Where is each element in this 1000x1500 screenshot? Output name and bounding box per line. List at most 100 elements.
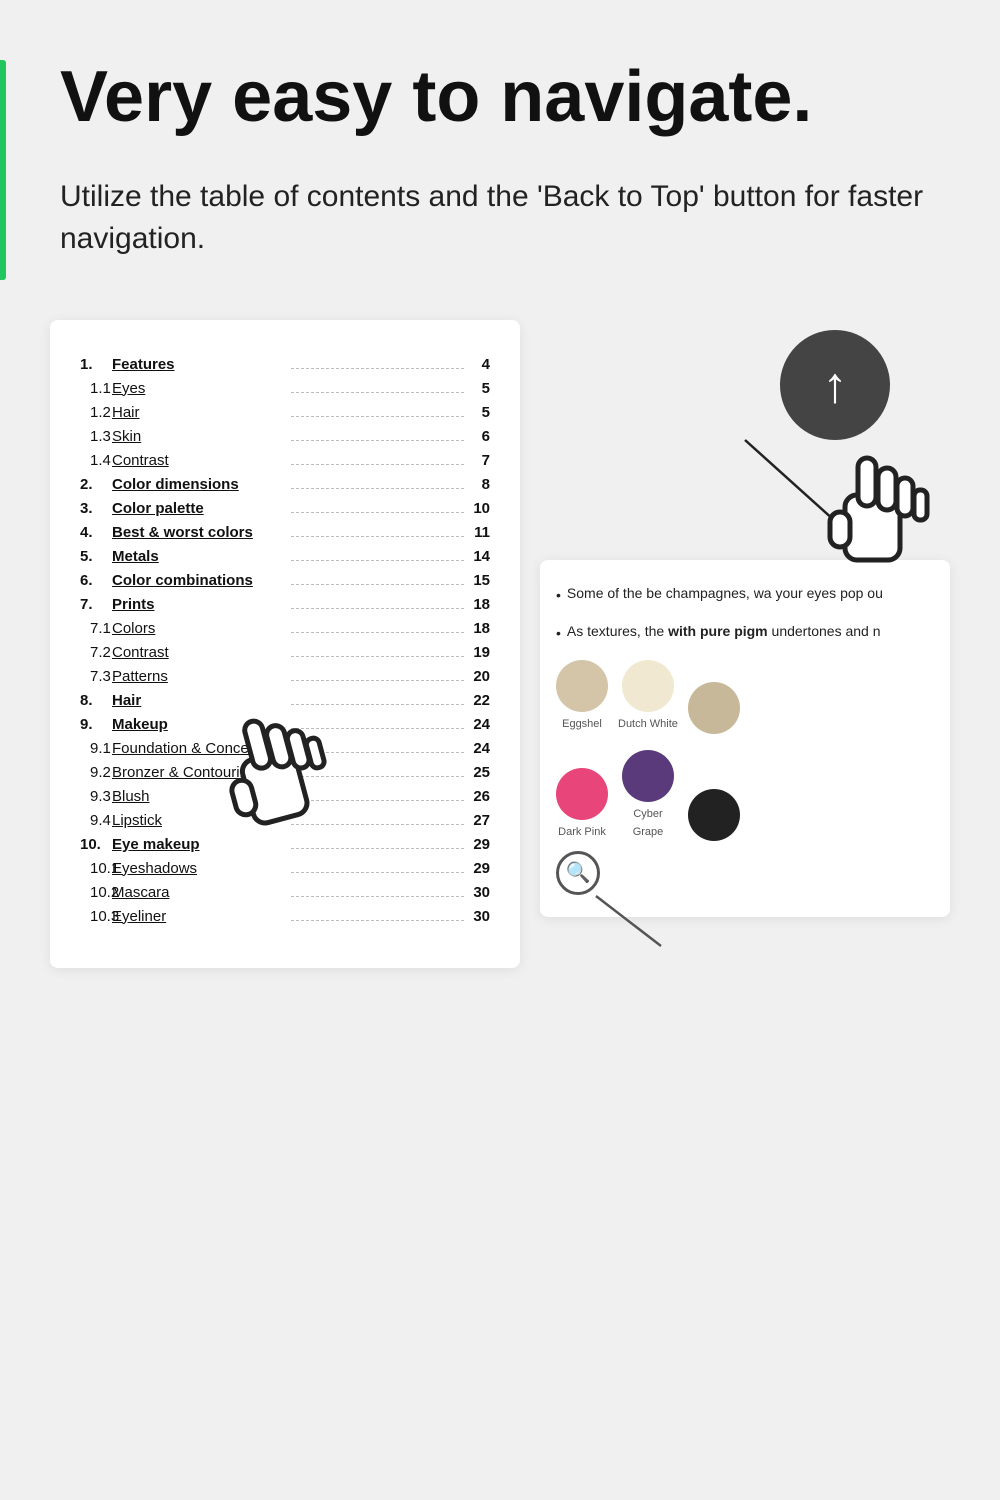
back-to-top-button[interactable]: ↑ bbox=[780, 330, 890, 440]
toc-num: 2. bbox=[80, 476, 112, 493]
swatch-cyber-grape bbox=[622, 750, 674, 802]
toc-page: 5 bbox=[470, 404, 490, 421]
toc-row[interactable]: 1.Features4 bbox=[80, 356, 490, 373]
toc-label: Contrast bbox=[112, 452, 285, 469]
toc-num: 10.1 bbox=[80, 860, 112, 877]
toc-row[interactable]: 10.2Mascara30 bbox=[80, 884, 490, 901]
toc-page: 29 bbox=[470, 860, 490, 877]
toc-label: Metals bbox=[112, 548, 285, 565]
toc-dots bbox=[291, 416, 464, 417]
toc-label: Makeup bbox=[112, 716, 285, 733]
toc-dots bbox=[291, 536, 464, 537]
toc-label: Prints bbox=[112, 596, 285, 613]
toc-page: 24 bbox=[470, 740, 490, 757]
toc-num: 7.3 bbox=[80, 668, 112, 685]
toc-page: 24 bbox=[470, 716, 490, 733]
back-to-top-section: ↑ bbox=[540, 320, 950, 540]
swatch-neutral bbox=[688, 682, 740, 734]
toc-num: 7.2 bbox=[80, 644, 112, 661]
toc-num: 9.3 bbox=[80, 788, 112, 805]
toc-num: 7. bbox=[80, 596, 112, 613]
toc-dots bbox=[291, 824, 464, 825]
toc-row[interactable]: 6.Color combinations15 bbox=[80, 572, 490, 589]
toc-label: Contrast bbox=[112, 644, 285, 661]
toc-page: 8 bbox=[470, 476, 490, 493]
toc-page: 27 bbox=[470, 812, 490, 829]
toc-dots bbox=[291, 368, 464, 369]
swatch-label-cyber-grape: Cyber Grape bbox=[618, 806, 678, 841]
toc-dots bbox=[291, 704, 464, 705]
toc-label: Hair bbox=[112, 692, 285, 709]
toc-row[interactable]: 7.Prints18 bbox=[80, 596, 490, 613]
bullet-icon: • bbox=[556, 584, 561, 606]
toc-row[interactable]: 10.3Eyeliner30 bbox=[80, 908, 490, 925]
toc-page: 7 bbox=[470, 452, 490, 469]
toc-label: Skin bbox=[112, 428, 285, 445]
toc-row[interactable]: 7.3Patterns20 bbox=[80, 668, 490, 685]
toc-page: 14 bbox=[470, 548, 490, 565]
magnifier-icon: 🔍 bbox=[556, 851, 600, 895]
toc-label: Color palette bbox=[112, 500, 285, 517]
toc-row[interactable]: 9.3Blush26 bbox=[80, 788, 490, 805]
toc-row[interactable]: 1.3Skin 6 bbox=[80, 428, 490, 445]
toc-label: Features bbox=[112, 356, 285, 373]
swatch-dark-pink bbox=[556, 768, 608, 820]
toc-label: Foundation & Concealer bbox=[112, 740, 285, 757]
toc-page: 6 bbox=[470, 428, 490, 445]
toc-num: 8. bbox=[80, 692, 112, 709]
toc-dots bbox=[291, 632, 464, 633]
toc-page: 30 bbox=[470, 884, 490, 901]
content-preview-card: • Some of the be champagnes, wa your eye… bbox=[540, 560, 950, 918]
toc-label: Blush bbox=[112, 788, 285, 805]
toc-row[interactable]: 9.2Bronzer & Contouring25 bbox=[80, 764, 490, 781]
toc-row[interactable]: 9.Makeup 24 bbox=[80, 716, 490, 733]
swatch-dutch-white bbox=[622, 660, 674, 712]
toc-page: 20 bbox=[470, 668, 490, 685]
toc-dots bbox=[291, 872, 464, 873]
toc-label: Eyeliner bbox=[112, 908, 285, 925]
toc-row[interactable]: 10.1Eyeshadows 29 bbox=[80, 860, 490, 877]
toc-num: 1.4 bbox=[80, 452, 112, 469]
connector-line bbox=[725, 430, 865, 550]
hero-subtitle: Utilize the table of contents and the 'B… bbox=[50, 176, 950, 260]
toc-row[interactable]: 3.Color palette10 bbox=[80, 500, 490, 517]
magnifier-line bbox=[591, 891, 671, 951]
toc-dots bbox=[291, 728, 464, 729]
toc-dots bbox=[291, 800, 464, 801]
toc-row[interactable]: 7.1Colors18 bbox=[80, 620, 490, 637]
magnifier-area: 🔍 bbox=[556, 851, 934, 895]
table-of-contents: 1.Features41.1Eyes51.2Hair51.3Skin61.4Co… bbox=[50, 320, 520, 968]
bullet-text-1: Some of the be champagnes, wa your eyes … bbox=[567, 582, 883, 606]
toc-dots bbox=[291, 560, 464, 561]
toc-label: Lipstick bbox=[112, 812, 285, 829]
toc-num: 1. bbox=[80, 356, 112, 373]
toc-num: 7.1 bbox=[80, 620, 112, 637]
toc-label: Eyeshadows bbox=[112, 860, 285, 877]
toc-page: 19 bbox=[470, 644, 490, 661]
toc-num: 1.3 bbox=[80, 428, 112, 445]
swatch-dark bbox=[688, 789, 740, 841]
toc-row[interactable]: 10.Eye makeup29 bbox=[80, 836, 490, 853]
toc-row[interactable]: 1.1Eyes5 bbox=[80, 380, 490, 397]
toc-row[interactable]: 5.Metals14 bbox=[80, 548, 490, 565]
toc-dots bbox=[291, 488, 464, 489]
toc-row[interactable]: 2.Color dimensions8 bbox=[80, 476, 490, 493]
toc-dots bbox=[291, 752, 464, 753]
toc-row[interactable]: 9.4Lipstick 27 bbox=[80, 812, 490, 829]
toc-row[interactable]: 1.2Hair5 bbox=[80, 404, 490, 421]
toc-page: 15 bbox=[470, 572, 490, 589]
toc-row[interactable]: 8.Hair22 bbox=[80, 692, 490, 709]
toc-num: 9. bbox=[80, 716, 112, 733]
toc-dots bbox=[291, 584, 464, 585]
toc-num: 10. bbox=[80, 836, 112, 853]
toc-row[interactable]: 1.4Contrast 7 bbox=[80, 452, 490, 469]
toc-dots bbox=[291, 464, 464, 465]
toc-num: 6. bbox=[80, 572, 112, 589]
toc-dots bbox=[291, 848, 464, 849]
toc-row[interactable]: 9.1Foundation & Concealer24 bbox=[80, 740, 490, 757]
toc-row[interactable]: 7.2Contrast 19 bbox=[80, 644, 490, 661]
toc-label: Bronzer & Contouring bbox=[112, 764, 285, 781]
toc-num: 9.4 bbox=[80, 812, 112, 829]
green-accent-bar bbox=[0, 60, 6, 280]
toc-row[interactable]: 4.Best & worst colors11 bbox=[80, 524, 490, 541]
